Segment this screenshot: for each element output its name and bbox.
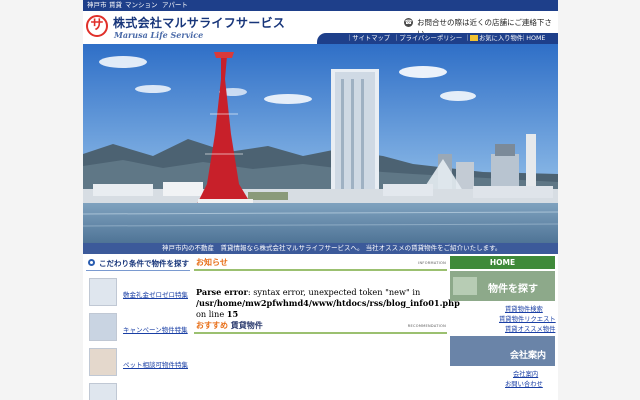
search-banner-label: 物件を探す <box>488 284 538 295</box>
room-photo-thumbnail <box>89 278 117 306</box>
sidebar-item-label: キャンペーン物件特集 <box>123 326 188 334</box>
building-photo-thumbnail <box>89 313 117 341</box>
link-rental-request[interactable]: 賃貸物件リクエスト <box>499 314 556 323</box>
sidebar-title: こだわり条件で物件を探す <box>99 259 189 268</box>
site-caption-bar: 神戸市内の不動産 賃貸情報なら株式会社マルサライフサービスへ。 当社オススメの賃… <box>83 243 558 254</box>
recommend-title: おすすめ 賃貸物件 <box>196 320 263 331</box>
left-sidebar: こだわり条件で物件を探す 敷金礼金ゼロゼロ特集 キャンペーン物件特集 ペット相談… <box>83 256 191 400</box>
nav-home[interactable]: ｜HOME <box>520 34 545 43</box>
news-title: お知らせ <box>196 258 228 267</box>
recommend-section-header: おすすめ 賃貸物件 RECOMMENDATION <box>194 319 447 334</box>
php-error-message: Parse error: syntax error, unexpected to… <box>196 287 460 320</box>
link-company-info[interactable]: 会社案内 <box>513 369 538 378</box>
error-label: Parse error <box>196 287 248 297</box>
logo-mark: サ <box>90 18 104 33</box>
link-recommended-rentals[interactable]: 賃貸オススメ物件 <box>505 324 555 333</box>
link-rental-search[interactable]: 賃貸物件検索 <box>505 304 543 313</box>
room-photo-thumbnail <box>89 383 117 400</box>
top-nav-chintai[interactable]: 賃貸 <box>109 1 122 10</box>
link-contact[interactable]: お問い合わせ <box>505 379 543 388</box>
sidebar-item-pet-friendly[interactable]: ペット相談可物件特集 <box>89 346 188 378</box>
error-line-number: 15 <box>226 309 239 319</box>
company-info-banner[interactable]: 会社案内 <box>450 336 555 366</box>
page: 神戸市 賃貸 マンション アパート サ 株式会社マルサライフサービス Marus… <box>83 0 558 400</box>
main-content: お知らせ INFORMATION Parse error: syntax err… <box>194 256 460 400</box>
nav-sitemap[interactable]: ｜サイトマップ <box>346 34 390 43</box>
sidebar-item-zero-deposit[interactable]: 敷金礼金ゼロゼロ特集 <box>89 276 188 308</box>
sidebar-item-campaign[interactable]: キャンペーン物件特集 <box>89 311 188 343</box>
sidebar-item-label: ペット相談可物件特集 <box>123 361 188 369</box>
kobe-port-skyline-photo <box>83 44 558 243</box>
search-banner-graphic <box>453 277 477 295</box>
news-section-header: お知らせ INFORMATION <box>194 256 447 271</box>
utility-nav: ｜サイトマップ ｜プライバシーポリシー ｜ お気に入り物件 ｜HOME <box>317 33 558 44</box>
news-english-label: INFORMATION <box>418 261 446 265</box>
recommend-english-label: RECOMMENDATION <box>407 324 446 328</box>
company-subtitle: Marusa Life Service <box>114 30 204 40</box>
company-banner-label: 会社案内 <box>510 351 547 361</box>
error-text: : syntax error, unexpected token "new" i… <box>247 287 421 297</box>
error-line-text: on line <box>196 309 227 319</box>
recommend-title-dark: 賃貸物件 <box>230 321 263 330</box>
sidebar-heading: こだわり条件で物件を探す <box>86 256 190 271</box>
phone-icon: ☎ <box>404 18 413 27</box>
search-icon <box>88 259 95 266</box>
site-caption: 神戸市内の不動産 賃貸情報なら株式会社マルサライフサービスへ。 当社オススメの賃… <box>162 244 502 252</box>
sidebar-item-label: 敷金礼金ゼロゼロ特集 <box>123 291 188 299</box>
company-logo[interactable]: サ <box>86 15 108 37</box>
hero-image <box>83 44 558 243</box>
home-button[interactable]: HOME <box>450 256 555 269</box>
nav-favorites-label: お気に入り物件 <box>479 35 524 42</box>
company-name: 株式会社マルサライフサービス <box>113 16 286 30</box>
top-nav-kobe[interactable]: 神戸市 <box>87 1 107 10</box>
sidebar-item-more[interactable] <box>89 381 187 400</box>
right-sidebar: HOME 物件を探す 賃貸物件検索 賃貸物件リクエスト 賃貸オススメ物件 会社案… <box>450 256 556 400</box>
nav-favorites[interactable]: お気に入り物件 <box>470 34 523 43</box>
top-nav-apart[interactable]: アパート <box>162 1 188 10</box>
property-search-banner[interactable]: 物件を探す <box>450 271 555 301</box>
top-bar: 神戸市 賃貸 マンション アパート <box>83 0 558 11</box>
recommend-title-orange: おすすめ <box>196 321 228 330</box>
pet-photo-thumbnail <box>89 348 117 376</box>
favorite-folder-icon <box>470 35 478 41</box>
error-file-path: /usr/home/mw2pfwhmd4/www/htdocs/rss/blog… <box>196 298 460 308</box>
nav-privacy-policy[interactable]: ｜プライバシーポリシー <box>393 34 462 43</box>
top-nav-mansion[interactable]: マンション <box>125 1 158 10</box>
